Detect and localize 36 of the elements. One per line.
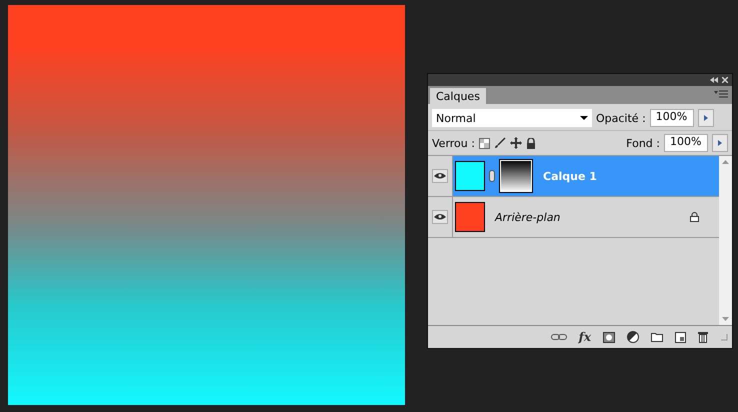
- opacity-label: Opacité :: [596, 112, 646, 124]
- lock-icon[interactable]: [526, 138, 536, 148]
- fill-field[interactable]: 100%: [664, 134, 708, 152]
- folder-icon[interactable]: [651, 332, 663, 342]
- layers-tab[interactable]: Calques: [430, 88, 486, 104]
- adjustment-icon[interactable]: [627, 331, 639, 343]
- menu-icon[interactable]: [714, 90, 728, 98]
- fx-button[interactable]: fx: [578, 330, 591, 344]
- trash-icon[interactable]: [698, 331, 708, 343]
- layer-name: Calque 1: [543, 170, 597, 182]
- move-icon[interactable]: [510, 137, 522, 149]
- close-icon[interactable]: [722, 77, 728, 83]
- layer-row[interactable]: Arrière-plan: [453, 197, 719, 237]
- mask-icon[interactable]: [603, 332, 615, 342]
- resize-grip-icon[interactable]: [720, 333, 728, 341]
- eye-icon[interactable]: [432, 210, 448, 224]
- fill-label: Fond :: [626, 136, 660, 150]
- caret-icon[interactable]: [580, 116, 588, 120]
- layer-thumbnail[interactable]: [455, 202, 485, 232]
- arrow-icon[interactable]: [704, 115, 708, 121]
- opacity-field[interactable]: 100%: [650, 109, 694, 127]
- lock-transparency-icon[interactable]: [478, 138, 490, 148]
- blend-mode-dropdown[interactable]: Normal: [432, 109, 592, 127]
- fill-stepper[interactable]: [712, 134, 728, 152]
- opacity-stepper[interactable]: [698, 109, 714, 127]
- mask-thumbnail[interactable]: [499, 159, 533, 193]
- new-layer-icon[interactable]: [675, 332, 686, 342]
- lock-label: Verrou :: [432, 136, 475, 150]
- layer-name: Arrière-plan: [495, 210, 560, 224]
- link-icon[interactable]: [550, 333, 567, 341]
- collapse-icon[interactable]: [710, 77, 718, 83]
- layer-thumbnail[interactable]: [455, 161, 485, 191]
- chain-icon[interactable]: [489, 170, 495, 182]
- eye-icon[interactable]: [432, 169, 448, 183]
- arrow-icon[interactable]: [718, 140, 722, 146]
- brush-icon[interactable]: [494, 137, 506, 149]
